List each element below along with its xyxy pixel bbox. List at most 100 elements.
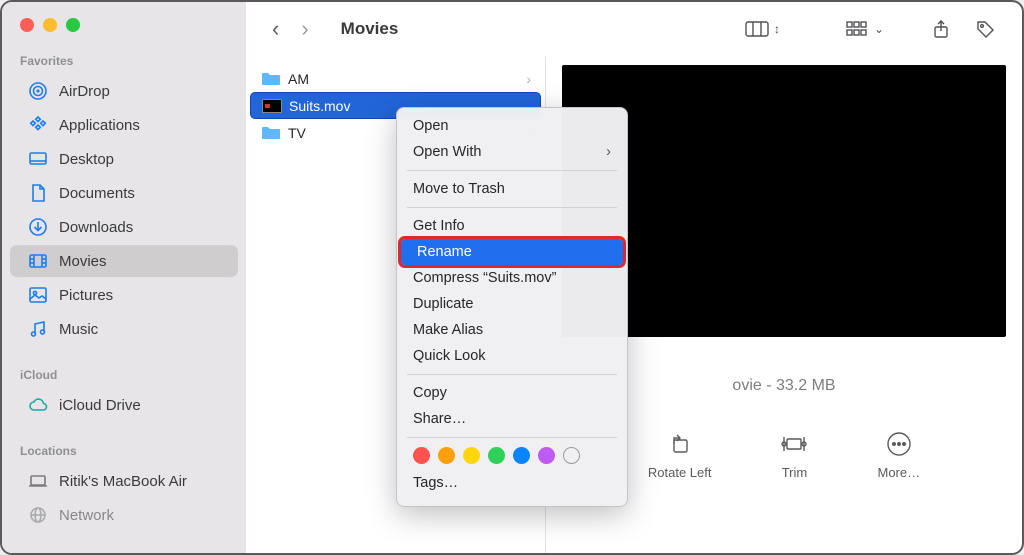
action-rotate-left[interactable]: Rotate Left <box>648 429 712 480</box>
ctx-move-to-trash[interactable]: Move to Trash <box>397 176 627 202</box>
tag-blue[interactable] <box>513 447 530 464</box>
folder-icon <box>260 69 282 89</box>
tag-yellow[interactable] <box>463 447 480 464</box>
sidebar-item-label: Network <box>59 507 114 524</box>
ctx-tags[interactable]: Tags… <box>397 470 627 496</box>
sidebar-item-label: Desktop <box>59 151 114 168</box>
ctx-make-alias[interactable]: Make Alias <box>397 317 627 343</box>
sidebar-item-label: iCloud Drive <box>59 397 141 414</box>
sidebar-item-applications[interactable]: Applications <box>10 109 238 141</box>
zoom-window[interactable] <box>66 18 80 32</box>
ctx-rename[interactable]: Rename <box>401 239 623 265</box>
documents-icon <box>28 183 48 203</box>
network-icon <box>28 505 48 525</box>
nav-back[interactable]: ‹ <box>268 16 283 42</box>
window-title: Movies <box>341 19 399 39</box>
sidebar-item-music[interactable]: Music <box>10 313 238 345</box>
laptop-icon <box>28 471 48 491</box>
main-pane: ‹ › Movies ↕ ⌄ AM › <box>246 2 1022 553</box>
tag-orange[interactable] <box>438 447 455 464</box>
ctx-separator <box>407 374 617 375</box>
pictures-icon <box>28 285 48 305</box>
sidebar-item-desktop[interactable]: Desktop <box>10 143 238 175</box>
sidebar-item-documents[interactable]: Documents <box>10 177 238 209</box>
sidebar: Favorites AirDrop Applications Desktop D… <box>2 2 246 553</box>
ctx-compress[interactable]: Compress “Suits.mov” <box>397 265 627 291</box>
ctx-get-info[interactable]: Get Info <box>397 213 627 239</box>
chevron-updown-icon: ↕ <box>774 22 780 36</box>
ctx-open-with[interactable]: Open With› <box>397 139 627 165</box>
sidebar-item-airdrop[interactable]: AirDrop <box>10 75 238 107</box>
sidebar-item-downloads[interactable]: Downloads <box>10 211 238 243</box>
sidebar-section-label: Favorites <box>2 32 246 74</box>
sidebar-section-label: Locations <box>2 422 246 464</box>
ctx-quick-look[interactable]: Quick Look <box>397 343 627 369</box>
video-preview[interactable] <box>562 65 1006 337</box>
sidebar-item-network[interactable]: Network <box>10 499 238 531</box>
tag-green[interactable] <box>488 447 505 464</box>
columns-icon <box>742 16 772 42</box>
folder-icon <box>260 123 282 143</box>
action-more[interactable]: More… <box>877 429 920 480</box>
sidebar-item-label: Downloads <box>59 219 133 236</box>
chevron-down-icon: ⌄ <box>874 22 884 36</box>
action-label: Trim <box>782 465 808 480</box>
sidebar-item-label: Pictures <box>59 287 113 304</box>
close-window[interactable] <box>20 18 34 32</box>
action-trim[interactable]: Trim <box>779 429 809 480</box>
chevron-right-icon: › <box>526 71 531 87</box>
share-icon[interactable] <box>926 16 956 42</box>
group-icon <box>842 16 872 42</box>
sidebar-item-label: Applications <box>59 117 140 134</box>
sidebar-section-label: iCloud <box>2 346 246 388</box>
sidebar-item-label: Movies <box>59 253 107 270</box>
toolbar-group-by[interactable]: ⌄ <box>842 16 884 42</box>
finder-window: Favorites AirDrop Applications Desktop D… <box>0 0 1024 555</box>
tag-red[interactable] <box>413 447 430 464</box>
nav-forward[interactable]: › <box>297 16 312 42</box>
desktop-icon <box>28 149 48 169</box>
trim-icon <box>779 429 809 459</box>
icloud-icon <box>28 395 48 415</box>
file-name: Suits.mov <box>289 98 350 114</box>
sidebar-item-label: AirDrop <box>59 83 110 100</box>
toolbar: ‹ › Movies ↕ ⌄ <box>246 2 1022 56</box>
preview-meta: ovie - 33.2 MB <box>562 377 1006 395</box>
action-label: Rotate Left <box>648 465 712 480</box>
minimize-window[interactable] <box>43 18 57 32</box>
airdrop-icon <box>28 81 48 101</box>
sidebar-item-movies[interactable]: Movies <box>10 245 238 277</box>
content-area: AM › Suits.mov TV › ovie - 33.2 MB <box>246 56 1022 553</box>
sidebar-item-this-mac[interactable]: Ritik's MacBook Air <box>10 465 238 497</box>
window-controls <box>2 2 246 32</box>
music-icon <box>28 319 48 339</box>
sidebar-item-icloud-drive[interactable]: iCloud Drive <box>10 389 238 421</box>
tags-icon[interactable] <box>970 16 1000 42</box>
file-name: AM <box>288 71 309 87</box>
movies-icon <box>28 251 48 271</box>
apps-icon <box>28 115 48 135</box>
sidebar-item-label: Ritik's MacBook Air <box>59 473 187 490</box>
file-row-folder[interactable]: AM › <box>250 65 541 92</box>
toolbar-view-columns[interactable]: ↕ <box>742 16 780 42</box>
tag-purple[interactable] <box>538 447 555 464</box>
file-name: TV <box>288 125 306 141</box>
ctx-separator <box>407 207 617 208</box>
video-thumb-icon <box>261 96 283 116</box>
ctx-separator <box>407 437 617 438</box>
sidebar-item-pictures[interactable]: Pictures <box>10 279 238 311</box>
ctx-share[interactable]: Share… <box>397 406 627 432</box>
downloads-icon <box>28 217 48 237</box>
rotate-icon <box>665 429 695 459</box>
tag-none[interactable] <box>563 447 580 464</box>
action-label: More… <box>877 465 920 480</box>
ctx-tag-colors <box>397 443 627 470</box>
more-icon <box>884 429 914 459</box>
ctx-duplicate[interactable]: Duplicate <box>397 291 627 317</box>
sidebar-item-label: Documents <box>59 185 135 202</box>
ctx-open[interactable]: Open <box>397 113 627 139</box>
ctx-copy[interactable]: Copy <box>397 380 627 406</box>
sidebar-item-label: Music <box>59 321 98 338</box>
preview-actions: Rotate Left Trim More… <box>562 429 1006 480</box>
chevron-right-icon: › <box>606 144 611 160</box>
